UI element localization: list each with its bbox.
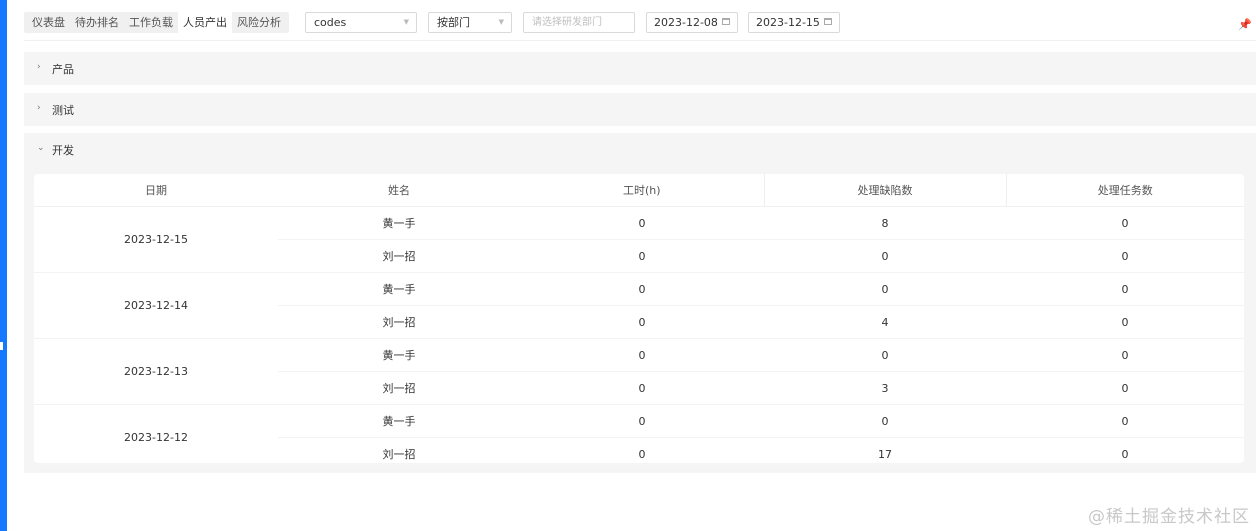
table-header-row: 日期 姓名 工时(h) 处理缺陷数 处理任务数 xyxy=(34,174,1244,207)
table-row: 2023-12-12 黄一手 0 0 0 xyxy=(34,404,1244,471)
table-row: 2023-12-14 黄一手 0 0 0 xyxy=(34,272,1244,339)
defects-cell: 17 xyxy=(764,437,1006,471)
hours-cell: 0 xyxy=(520,239,764,273)
table-row: 2023-12-15 黄一手 0 8 0 xyxy=(34,206,1244,273)
tab-todo-ranking[interactable]: 待办排名 xyxy=(70,12,124,33)
tasks-cell: 0 xyxy=(1006,239,1244,273)
tab-workload[interactable]: 工作负载 xyxy=(124,12,178,33)
defects-cell: 0 xyxy=(764,272,1006,306)
end-date-picker[interactable]: 2023-12-15 xyxy=(748,12,840,33)
start-date-picker[interactable]: 2023-12-08 xyxy=(646,12,738,33)
department-input[interactable] xyxy=(523,12,635,33)
defects-cell: 0 xyxy=(764,338,1006,372)
name-cell: 刘一招 xyxy=(278,371,520,405)
defects-cell: 4 xyxy=(764,305,1006,339)
calendar-icon xyxy=(824,18,832,25)
panel-test-header[interactable]: › 测试 xyxy=(24,93,1256,125)
tab-risk-analysis[interactable]: 风险分析 xyxy=(232,12,286,33)
view-tabs: 仪表盘 待办排名 工作负载 人员产出 风险分析 xyxy=(24,12,289,33)
name-cell: 刘一招 xyxy=(278,305,520,339)
date-cell: 2023-12-13 xyxy=(34,338,278,405)
project-select[interactable]: codes ▼ xyxy=(305,12,417,33)
tasks-cell: 0 xyxy=(1006,371,1244,405)
project-select-value: codes xyxy=(314,16,347,29)
hours-cell: 0 xyxy=(520,206,764,240)
name-cell: 黄一手 xyxy=(278,338,520,372)
tab-dashboard[interactable]: 仪表盘 xyxy=(27,12,70,33)
tasks-cell: 0 xyxy=(1006,338,1244,372)
panel-test: › 测试 xyxy=(24,93,1256,126)
date-cell: 2023-12-15 xyxy=(34,206,278,273)
tasks-cell: 0 xyxy=(1006,206,1244,240)
name-cell: 黄一手 xyxy=(278,272,520,306)
group-by-select-value: 按部门 xyxy=(437,16,470,29)
start-date-value: 2023-12-08 xyxy=(654,16,718,29)
panel-dev-title: 开发 xyxy=(52,144,74,157)
hours-cell: 0 xyxy=(520,338,764,372)
tasks-cell: 0 xyxy=(1006,437,1244,471)
tab-output[interactable]: 人员产出 xyxy=(178,12,232,33)
filter-toolbar: 仪表盘 待办排名 工作负载 人员产出 风险分析 codes ▼ 按部门 ▼ 20… xyxy=(24,4,1256,40)
date-cell: 2023-12-12 xyxy=(34,404,278,471)
column-header-name: 姓名 xyxy=(278,174,520,207)
hours-cell: 0 xyxy=(520,272,764,306)
hours-cell: 0 xyxy=(520,404,764,438)
chevron-down-icon: ⌄ xyxy=(37,143,45,153)
column-header-tasks: 处理任务数 xyxy=(1006,174,1244,207)
output-table: 日期 姓名 工时(h) 处理缺陷数 处理任务数 2023-12-15 黄一手 0… xyxy=(34,174,1244,471)
column-header-defects: 处理缺陷数 xyxy=(763,174,1007,207)
name-cell: 黄一手 xyxy=(278,206,520,240)
pin-icon[interactable]: 📌 xyxy=(1238,18,1252,31)
column-header-date: 日期 xyxy=(34,174,278,207)
chevron-down-icon: ▼ xyxy=(498,18,504,26)
defects-cell: 0 xyxy=(764,239,1006,273)
panel-dev-header[interactable]: ⌄ 开发 xyxy=(24,133,1256,165)
hours-cell: 0 xyxy=(520,437,764,471)
name-cell: 刘一招 xyxy=(278,239,520,273)
defects-cell: 0 xyxy=(764,404,1006,438)
watermark-text: @稀土掘金技术社区 xyxy=(1088,507,1250,527)
end-date-value: 2023-12-15 xyxy=(756,16,820,29)
panel-test-title: 测试 xyxy=(52,104,74,117)
panel-product: › 产品 xyxy=(24,52,1256,85)
sidebar-marker xyxy=(0,342,3,350)
toolbar-divider xyxy=(24,40,1256,41)
defects-cell: 3 xyxy=(764,371,1006,405)
date-cell: 2023-12-14 xyxy=(34,272,278,339)
chevron-right-icon: › xyxy=(37,103,41,113)
tasks-cell: 0 xyxy=(1006,272,1244,306)
table-row: 2023-12-13 黄一手 0 0 0 xyxy=(34,338,1244,405)
panel-product-header[interactable]: › 产品 xyxy=(24,52,1256,84)
hours-cell: 0 xyxy=(520,371,764,405)
defects-cell: 8 xyxy=(764,206,1006,240)
tasks-cell: 0 xyxy=(1006,404,1244,438)
calendar-icon xyxy=(722,18,730,25)
name-cell: 黄一手 xyxy=(278,404,520,438)
tasks-cell: 0 xyxy=(1006,305,1244,339)
column-header-hours: 工时(h) xyxy=(520,174,764,207)
hours-cell: 0 xyxy=(520,305,764,339)
chevron-down-icon: ▼ xyxy=(403,18,409,26)
left-sidebar-edge xyxy=(0,0,7,531)
panel-product-title: 产品 xyxy=(52,63,74,76)
chevron-right-icon: › xyxy=(37,62,41,72)
panel-dev: ⌄ 开发 日期 姓名 工时(h) 处理缺陷数 处理任务数 2023-12-15 … xyxy=(24,133,1256,473)
name-cell: 刘一招 xyxy=(278,437,520,471)
group-by-select[interactable]: 按部门 ▼ xyxy=(428,12,512,33)
output-table-container: 日期 姓名 工时(h) 处理缺陷数 处理任务数 2023-12-15 黄一手 0… xyxy=(34,174,1244,471)
